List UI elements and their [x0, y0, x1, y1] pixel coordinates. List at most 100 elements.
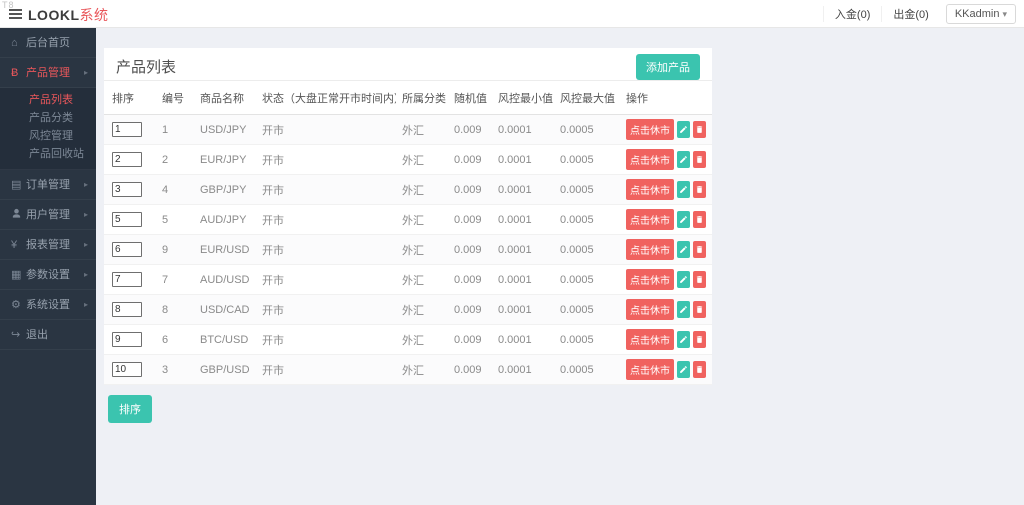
user-dropdown[interactable]: KKadmin ▾ [945, 4, 1016, 24]
sort-order-input[interactable] [112, 302, 142, 317]
logo-text-main: LOOKL [28, 7, 80, 23]
edit-button[interactable] [677, 241, 690, 258]
close-market-button[interactable]: 点击休市 [626, 149, 674, 170]
order-icon: ▤ [11, 179, 22, 192]
random-value-cell: 0.009 [448, 324, 492, 355]
edit-button[interactable] [677, 211, 690, 228]
trash-icon [695, 215, 704, 224]
edit-button[interactable] [677, 271, 690, 288]
delete-button[interactable] [693, 121, 706, 138]
action-buttons: 点击休市 [626, 329, 706, 350]
delete-button[interactable] [693, 181, 706, 198]
deposit-link[interactable]: 入金(0) [822, 6, 881, 22]
sort-order-input[interactable] [112, 182, 142, 197]
status-cell: 开市 [256, 114, 396, 145]
close-market-button[interactable]: 点击休市 [626, 299, 674, 320]
sidebar-item-orders[interactable]: ▤ 订单管理 ▸ [0, 170, 96, 200]
delete-button[interactable] [693, 271, 706, 288]
sidebar-item-home[interactable]: ⌂ 后台首页 [0, 28, 96, 58]
sidebar-item-system-settings[interactable]: ⚙ 系统设置 ▸ [0, 290, 96, 320]
status-cell: 开市 [256, 204, 396, 235]
app-logo[interactable]: LOOKL系统 [28, 5, 109, 25]
user-icon [11, 200, 26, 230]
delete-button[interactable] [693, 211, 706, 228]
delete-button[interactable] [693, 361, 706, 378]
actions-cell: 点击休市 [620, 144, 712, 175]
delete-button[interactable] [693, 331, 706, 348]
trash-icon [695, 365, 704, 374]
sort-order-input[interactable] [112, 362, 142, 377]
withdraw-link[interactable]: 出金(0) [881, 6, 939, 22]
sidebar-item-parameters[interactable]: ▦ 参数设置 ▸ [0, 260, 96, 290]
sidebar-item-product-management[interactable]: Ƀ 产品管理 ▸ [0, 58, 96, 88]
product-name-cell: EUR/JPY [194, 144, 256, 175]
params-icon: ▦ [11, 269, 22, 282]
trash-icon [695, 335, 704, 344]
sidebar-item-logout[interactable]: ↪ 退出 [0, 320, 96, 350]
delete-button[interactable] [693, 301, 706, 318]
random-value-cell: 0.009 [448, 354, 492, 385]
sort-order-input[interactable] [112, 152, 142, 167]
close-market-button[interactable]: 点击休市 [626, 209, 674, 230]
chevron-right-icon: ▸ [83, 300, 88, 309]
product-name-cell: AUD/JPY [194, 204, 256, 235]
user-name: KKadmin [954, 8, 1000, 20]
sidebar-subitem-product-category[interactable]: 产品分类 [0, 109, 96, 127]
product-name-cell: USD/CAD [194, 294, 256, 325]
close-market-button[interactable]: 点击休市 [626, 239, 674, 260]
sidebar-subitem-product-list[interactable]: 产品列表 [0, 91, 96, 109]
product-no-cell: 9 [156, 234, 194, 265]
sort-order-input[interactable] [112, 212, 142, 227]
random-value-cell: 0.009 [448, 174, 492, 205]
panel-header: 产品列表 添加产品 [104, 48, 712, 81]
edit-button[interactable] [677, 331, 690, 348]
risk-max-cell: 0.0005 [554, 174, 620, 205]
close-market-button[interactable]: 点击休市 [626, 359, 674, 380]
edit-button[interactable] [677, 301, 690, 318]
table-header: 排序 编号 商品名称 状态（大盘正常开市时间内） 所属分类 随机值 风控最小值 … [104, 81, 712, 115]
edit-button[interactable] [677, 121, 690, 138]
sort-cell [104, 204, 156, 235]
sort-order-input[interactable] [112, 242, 142, 257]
add-product-button[interactable]: 添加产品 [636, 54, 700, 80]
chevron-right-icon: ▸ [83, 210, 88, 219]
sort-order-input[interactable] [112, 272, 142, 287]
sort-submit-button[interactable]: 排序 [108, 395, 152, 423]
status-cell: 开市 [256, 144, 396, 175]
close-market-button[interactable]: 点击休市 [626, 269, 674, 290]
edit-button[interactable] [677, 151, 690, 168]
main-content: 产品列表 添加产品 排序 编号 商品名称 状态（大盘正常开市时间内） 所属分类 … [96, 28, 1024, 505]
sidebar-item-label: 系统设置 [26, 299, 70, 311]
actions-cell: 点击休市 [620, 114, 712, 145]
trash-icon [695, 185, 704, 194]
col-header-actions: 操作 [620, 81, 712, 115]
close-market-button[interactable]: 点击休市 [626, 329, 674, 350]
sidebar-item-label: 订单管理 [26, 179, 70, 191]
sort-order-input[interactable] [112, 332, 142, 347]
hamburger-menu-icon[interactable] [9, 9, 22, 20]
edit-button[interactable] [677, 181, 690, 198]
sidebar-subitem-risk-management[interactable]: 风控管理 [0, 127, 96, 145]
category-cell: 外汇 [396, 324, 448, 355]
col-header-random: 随机值 [448, 81, 492, 115]
sidebar-item-reports[interactable]: ¥ 报表管理 ▸ [0, 230, 96, 260]
edit-button[interactable] [677, 361, 690, 378]
delete-button[interactable] [693, 241, 706, 258]
col-header-sort: 排序 [104, 81, 156, 115]
table-row: 7AUD/USD开市外汇0.0090.00010.0005 点击休市 [104, 264, 712, 295]
actions-cell: 点击休市 [620, 324, 712, 355]
close-market-button[interactable]: 点击休市 [626, 119, 674, 140]
category-cell: 外汇 [396, 204, 448, 235]
pencil-icon [679, 365, 688, 374]
delete-button[interactable] [693, 151, 706, 168]
sort-cell [104, 174, 156, 205]
sort-cell [104, 294, 156, 325]
sort-order-input[interactable] [112, 122, 142, 137]
risk-min-cell: 0.0001 [492, 234, 554, 265]
col-header-risk-min: 风控最小值 [492, 81, 554, 115]
trash-icon [695, 245, 704, 254]
sidebar-subitem-product-recycle[interactable]: 产品回收站 [0, 145, 96, 163]
sidebar-item-users[interactable]: 用户管理 ▸ [0, 200, 96, 230]
action-buttons: 点击休市 [626, 119, 706, 140]
close-market-button[interactable]: 点击休市 [626, 179, 674, 200]
